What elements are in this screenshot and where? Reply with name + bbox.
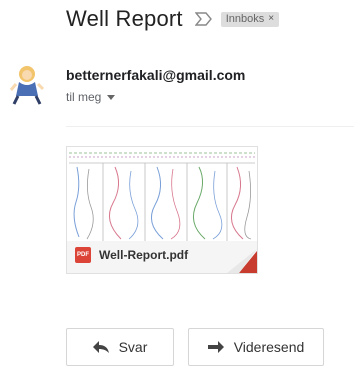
email-subject: Well Report <box>66 6 183 31</box>
reply-button[interactable]: Svar <box>66 328 174 366</box>
forward-label: Videresend <box>233 339 305 355</box>
divider <box>66 126 354 127</box>
recipient-text: til meg <box>66 90 102 104</box>
attachment-card[interactable]: PDF Well-Report.pdf <box>66 146 258 274</box>
reply-arrow-icon <box>92 341 109 353</box>
importance-marker-icon[interactable] <box>194 12 213 26</box>
recipient-line: til meg <box>66 90 116 104</box>
subject-row: Well Report Innboks × <box>66 6 280 32</box>
page-fold-corner-icon <box>227 249 257 273</box>
pdf-file-icon: PDF <box>75 247 91 263</box>
label-chip[interactable]: Innboks × <box>220 11 280 27</box>
remove-label-icon[interactable]: × <box>268 13 274 24</box>
sender-email[interactable]: betternerfakali@gmail.com <box>66 67 245 83</box>
avatar <box>8 62 46 106</box>
label-chip-text: Innboks <box>225 12 265 25</box>
attachment-filename: Well-Report.pdf <box>99 248 189 262</box>
attachment-thumbnail <box>67 147 257 241</box>
forward-button[interactable]: Videresend <box>188 328 324 366</box>
show-details-chevron-down-icon[interactable] <box>107 94 116 100</box>
forward-arrow-icon <box>207 341 224 353</box>
reply-label: Svar <box>118 339 148 355</box>
